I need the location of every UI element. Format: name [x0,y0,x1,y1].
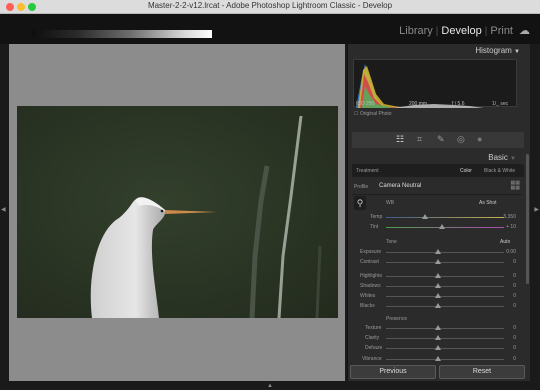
vibrance-slider-thumb[interactable] [435,356,441,361]
texture-slider-thumb[interactable] [435,325,441,330]
highlights-slider-track[interactable] [386,276,504,277]
texture-label: Texture [365,325,382,331]
red-eye-icon[interactable]: ◎ [457,134,465,145]
whites-label: Whites [360,293,376,299]
whites-slider-track[interactable] [386,296,504,297]
contrast-slider-thumb[interactable] [435,259,441,264]
profile-browser-icon[interactable]: ▦▦ ▦▦ [511,181,520,191]
histogram-aperture: f / 5.6 [452,101,465,107]
wb-label: WB [386,200,395,206]
module-picker: Library | Develop | Print ☁ [399,24,530,37]
exposure-value[interactable]: 0.00 [506,249,516,255]
temp-label: Temp [370,214,383,220]
tint-slider-track[interactable] [386,227,504,228]
photo-canvas[interactable] [9,44,345,381]
highlights-label: Highlights [360,273,382,279]
exposure-slider-track[interactable] [386,252,504,253]
whites-slider-thumb[interactable] [435,293,441,298]
profile-dropdown[interactable]: Camera Neutral [379,183,421,189]
contrast-value[interactable]: 0 [513,259,516,265]
identity-plate [32,30,212,38]
treatment-bw-button[interactable]: Black & White [484,168,515,174]
wb-eyedropper-icon[interactable]: ⚲ [354,196,366,210]
vibrance-slider-track[interactable] [386,359,504,360]
tint-slider-thumb[interactable] [439,224,445,229]
temp-slider-thumb[interactable] [422,214,428,219]
exposure-label: Exposure [360,249,382,255]
auto-tone-button[interactable]: Auto [500,239,510,245]
histogram-header[interactable]: Histogram ▼ [475,46,520,55]
crop-icon[interactable]: ⌗ [417,134,422,145]
temp-value[interactable]: 5,350 [503,214,516,220]
histogram-shutter: 1/_ sec [492,101,509,107]
develop-right-panel: Histogram ▼ ISO 250 200 mm f / 5.6 1/_ s… [347,44,530,381]
tint-value[interactable]: + 10 [506,224,516,230]
texture-value[interactable]: 0 [513,325,516,331]
reset-button[interactable]: Reset [439,365,525,379]
clarity-slider-thumb[interactable] [435,335,441,340]
highlights-slider-thumb[interactable] [435,273,441,278]
panel-scrollbar[interactable] [526,154,529,284]
cloud-icon[interactable]: ☁ [519,24,530,37]
clarity-value[interactable]: 0 [513,335,516,341]
dehaze-value[interactable]: 0 [513,345,516,351]
window-title: Master-2-2-v12.lrcat - Adobe Photoshop L… [147,1,393,10]
treatment-color-button[interactable]: Color [460,168,472,174]
clarity-label: Clarity [365,335,380,341]
egret-photo[interactable] [17,106,338,318]
profile-label: Profile [354,184,369,190]
right-panel-toggle-icon[interactable]: ▶ [534,206,539,213]
masking-icon[interactable]: ● [477,134,482,144]
highlights-value[interactable]: 0 [513,273,516,279]
histogram-focal: 200 mm [409,101,428,107]
module-picker-bar: Library | Develop | Print ☁ [0,14,540,44]
dehaze-slider-thumb[interactable] [435,345,441,350]
shadows-label: Shadows [360,283,381,289]
shadows-slider-track[interactable] [386,286,504,287]
tone-label: Tone [386,239,397,245]
blacks-slider-track[interactable] [386,306,504,307]
blacks-slider-thumb[interactable] [435,303,441,308]
texture-slider-track[interactable] [386,328,504,329]
module-print[interactable]: Print [490,25,513,37]
exposure-slider-thumb[interactable] [435,249,441,254]
left-panel-toggle-icon[interactable]: ◀ [1,206,6,213]
blacks-label: Blacks [360,303,375,309]
dehaze-slider-track[interactable] [386,348,504,349]
clarity-slider-track[interactable] [386,338,504,339]
whites-value[interactable]: 0 [513,293,516,299]
histogram-chart[interactable]: ISO 250 200 mm f / 5.6 1/_ sec [353,59,517,108]
dehaze-label: Dehaze [365,345,383,351]
shadows-slider-thumb[interactable] [435,283,441,288]
wb-dropdown[interactable]: As Shot [479,200,497,206]
edit-sliders-icon[interactable]: ☷ [396,134,404,145]
vibrance-value[interactable]: 0 [513,356,516,362]
contrast-label: Contrast [360,259,379,265]
window-titlebar: Master-2-2-v12.lrcat - Adobe Photoshop L… [0,0,540,14]
presence-label: Presence [386,316,408,322]
filmstrip-toggle-icon[interactable]: ▲ [267,383,273,389]
module-library[interactable]: Library [399,25,433,37]
tint-label: Tint [370,224,379,230]
contrast-slider-track[interactable] [386,262,504,263]
healing-icon[interactable]: ✎ [437,134,445,145]
treatment-label: Treatment [356,168,379,174]
temp-slider-track[interactable] [386,217,504,218]
original-photo-checkbox[interactable]: ☐ Original Photo [354,111,392,117]
shadows-value[interactable]: 0 [513,283,516,289]
basic-panel-header[interactable]: Basic ▼ [488,153,516,162]
treatment-row: Treatment Color Black & White [352,165,524,177]
histogram-iso: ISO 250 [356,101,375,107]
tool-strip: ☷ ⌗ ✎ ◎ ● [352,132,524,148]
previous-button[interactable]: Previous [350,365,436,379]
module-develop[interactable]: Develop [441,25,481,37]
blacks-value[interactable]: 0 [513,303,516,309]
vibrance-label: Vibrance [362,356,382,362]
